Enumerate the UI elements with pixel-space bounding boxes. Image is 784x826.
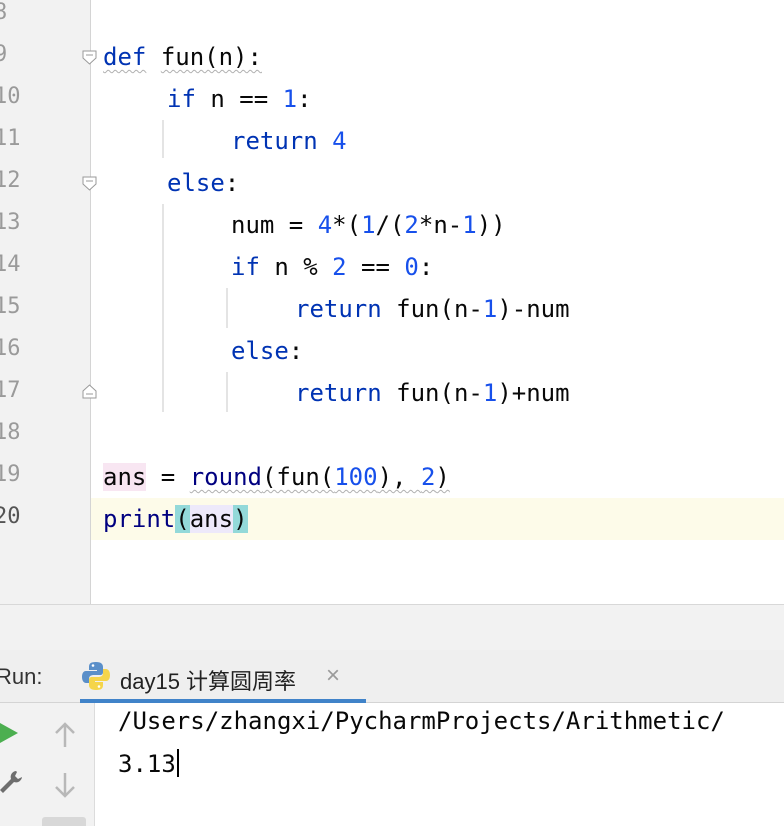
panel-divider[interactable]	[0, 604, 784, 651]
code-text: ==	[346, 253, 405, 281]
line-number: 12	[0, 168, 21, 193]
line-number: 8	[0, 0, 8, 25]
matched-paren: (	[175, 505, 190, 533]
code-text: =	[146, 463, 190, 491]
python-icon	[82, 662, 110, 690]
text-caret	[176, 749, 179, 777]
indent-guide	[162, 120, 164, 158]
line-number: 16	[0, 336, 21, 361]
code-line[interactable]: if n % 2 == 0:	[231, 246, 433, 288]
code-text: *(	[332, 211, 362, 239]
code-text: n %	[259, 253, 333, 281]
arrow-up-icon[interactable]	[53, 721, 77, 749]
run-label: Run:	[0, 664, 43, 689]
number-literal: 1	[482, 295, 498, 323]
matched-paren: )	[233, 505, 248, 533]
keyword: if	[167, 85, 196, 113]
code-text: )+num	[497, 379, 570, 407]
number-literal: 1	[482, 379, 498, 407]
console-tool-strip	[38, 703, 95, 826]
variable-name: ans	[189, 505, 234, 533]
code-line[interactable]: return 4	[231, 120, 347, 162]
code-text: (fun(	[261, 463, 335, 491]
line-number: 18	[0, 420, 21, 445]
code-text: :	[297, 85, 312, 113]
code-line[interactable]: num = 4*(1/(2*n-1))	[231, 204, 506, 246]
code-line[interactable]: def fun(n):	[103, 36, 262, 78]
number-literal: 2	[404, 211, 419, 239]
code-text: *n-	[418, 211, 463, 239]
code-text: /(	[375, 211, 405, 239]
close-icon[interactable]: ×	[326, 662, 340, 690]
code-line[interactable]: else:	[231, 330, 303, 372]
code-line[interactable]: ans = round(fun(100), 2)	[103, 456, 450, 498]
variable-name: ans	[103, 463, 147, 491]
number-literal: 100	[334, 463, 378, 491]
run-toolbar: Run: day15 计算圆周率 ×	[0, 650, 784, 703]
run-tool-strip	[0, 703, 39, 826]
code-text: n ==	[195, 85, 283, 113]
fold-icon[interactable]	[82, 384, 97, 399]
wrench-icon[interactable]	[0, 769, 22, 795]
console-output: 3.13	[118, 750, 176, 778]
number-literal: 0	[404, 253, 419, 281]
line-number: 10	[0, 84, 21, 109]
line-number-gutter[interactable]: 8 9 10 11 12 13 14 15 16 17 18 19 20	[0, 0, 91, 604]
keyword: else	[231, 337, 289, 365]
line-number: 19	[0, 462, 21, 487]
run-tab-title: day15 计算圆周率	[120, 669, 297, 694]
code-text: :	[288, 337, 304, 365]
line-number: 13	[0, 210, 21, 235]
keyword: else	[167, 169, 225, 197]
line-number: 14	[0, 252, 21, 277]
code-line-current[interactable]: print(ans)	[103, 498, 248, 540]
number-literal: 4	[317, 211, 333, 239]
run-icon[interactable]	[0, 721, 20, 745]
arrow-down-icon[interactable]	[53, 771, 77, 799]
indent-guide	[226, 288, 228, 328]
fold-icon[interactable]	[82, 50, 97, 65]
number-literal: 2	[420, 463, 436, 491]
code-line[interactable]: return fun(n-1)+num	[295, 372, 570, 414]
code-line[interactable]: return fun(n-1)-num	[295, 288, 570, 330]
code-text: )	[435, 463, 450, 491]
code-line[interactable]: if n == 1:	[167, 78, 312, 120]
code-text: :	[418, 253, 434, 281]
function-signature: fun(n):	[160, 43, 262, 71]
line-number: 9	[0, 42, 8, 67]
code-text: :	[224, 169, 240, 197]
line-number: 15	[0, 294, 21, 319]
keyword: return	[231, 127, 318, 155]
indent-guide	[162, 204, 164, 412]
code-text: fun(n-	[381, 295, 483, 323]
code-text: num =	[231, 211, 318, 239]
keyword: return	[295, 295, 382, 323]
indent-guide	[226, 372, 228, 412]
keyword: if	[231, 253, 260, 281]
builtin-function: print	[103, 505, 176, 533]
code-text: )-num	[497, 295, 570, 323]
builtin-function: round	[189, 463, 262, 491]
run-tab[interactable]: day15 计算圆周率 ×	[80, 650, 366, 702]
keyword: return	[295, 379, 382, 407]
number-literal: 1	[462, 211, 477, 239]
code-line[interactable]: else:	[167, 162, 239, 204]
fold-icon[interactable]	[82, 176, 97, 191]
line-number: 11	[0, 126, 21, 151]
number-literal: 2	[332, 253, 347, 281]
keyword: def	[103, 43, 147, 71]
code-text: ))	[476, 211, 506, 239]
code-text: fun(n-	[381, 379, 483, 407]
number-literal: 1	[361, 211, 376, 239]
console-command-path: /Users/zhangxi/PycharmProjects/Arithmeti…	[118, 707, 725, 735]
line-number: 17	[0, 378, 21, 403]
run-console[interactable]: /Users/zhangxi/PycharmProjects/Arithmeti…	[0, 703, 784, 826]
scroll-handle[interactable]	[42, 817, 86, 826]
number-literal: 1	[282, 85, 298, 113]
line-number-current: 20	[0, 504, 21, 529]
console-output-line: 3.13	[118, 749, 179, 778]
number-literal: 4	[332, 127, 347, 155]
code-text: ),	[377, 463, 421, 491]
code-editor[interactable]: 8 9 10 11 12 13 14 15 16 17 18 19 20 def…	[0, 0, 784, 604]
